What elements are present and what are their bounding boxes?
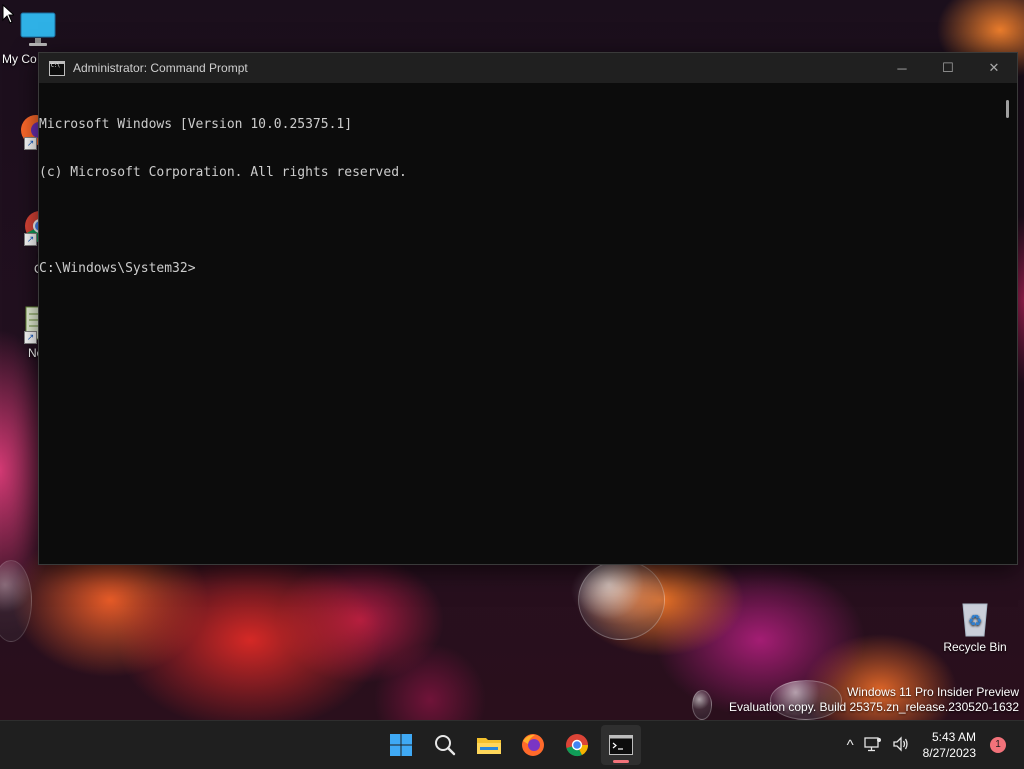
window-controls: ─ ☐ ✕ [879,53,1017,83]
recycle-bin-icon: ♻ [955,598,995,638]
taskbar: ^ 5:43 AM 8/27/2023 1 [0,720,1024,769]
command-prompt-button[interactable] [601,725,641,765]
console-line: (c) Microsoft Corporation. All rights re… [39,165,407,180]
maximize-button[interactable]: ☐ [925,53,971,83]
network-icon[interactable] [863,736,882,755]
search-button[interactable] [425,725,465,765]
shortcut-arrow-icon: ↗ [24,137,37,150]
edition-watermark: Windows 11 Pro Insider Preview Evaluatio… [729,685,1019,715]
active-app-indicator [613,760,629,763]
system-tray: ^ 5:43 AM 8/27/2023 1 [842,721,1024,769]
file-explorer-button[interactable] [469,725,509,765]
notification-badge[interactable]: 1 [990,737,1006,753]
start-button[interactable] [381,725,421,765]
mouse-cursor-icon [2,4,14,24]
console-line: Microsoft Windows [Version 10.0.25375.1] [39,117,353,132]
chrome-button[interactable] [557,725,597,765]
scrollbar-thumb[interactable] [1006,100,1009,118]
clock[interactable]: 5:43 AM 8/27/2023 [923,729,976,761]
shortcut-arrow-icon: ↗ [24,233,37,246]
chrome-icon [566,734,589,757]
start-icon [390,734,412,756]
wallpaper-bubble [578,560,665,640]
window-title: Administrator: Command Prompt [73,61,248,75]
cmd-window[interactable]: Administrator: Command Prompt ─ ☐ ✕ Micr… [38,52,1018,565]
desktop-icon-label: Recycle Bin [943,640,1007,654]
wallpaper-bubble [0,560,32,642]
minimize-button[interactable]: ─ [879,53,925,83]
shortcut-arrow-icon: ↗ [24,331,37,344]
search-icon [435,735,456,756]
console-output[interactable]: Microsoft Windows [Version 10.0.25375.1]… [39,83,999,564]
window-titlebar[interactable]: Administrator: Command Prompt ─ ☐ ✕ [39,53,1017,83]
file-explorer-icon [477,738,501,754]
terminal-icon [609,735,633,755]
watermark-line-2: Evaluation copy. Build 25375.zn_release.… [729,700,1019,714]
wallpaper-bubble [692,690,712,720]
firefox-button[interactable] [513,725,553,765]
clock-date: 8/27/2023 [922,746,976,760]
show-hidden-icons-chevron-icon[interactable]: ^ [847,737,854,754]
close-button[interactable]: ✕ [971,53,1017,83]
console-prompt[interactable]: C:\Windows\System32> [39,261,999,277]
svg-text:♻: ♻ [968,611,982,630]
clock-time: 5:43 AM [931,730,976,744]
desktop-icon-recycle-bin[interactable]: ♻ Recycle Bin [940,598,1010,654]
watermark-line-1: Windows 11 Pro Insider Preview [847,685,1019,699]
vertical-scrollbar[interactable] [999,83,1017,564]
cmd-icon [49,60,65,76]
monitor-icon [18,10,58,50]
volume-icon[interactable] [892,735,910,755]
taskbar-apps [381,721,641,769]
firefox-icon [522,734,544,756]
